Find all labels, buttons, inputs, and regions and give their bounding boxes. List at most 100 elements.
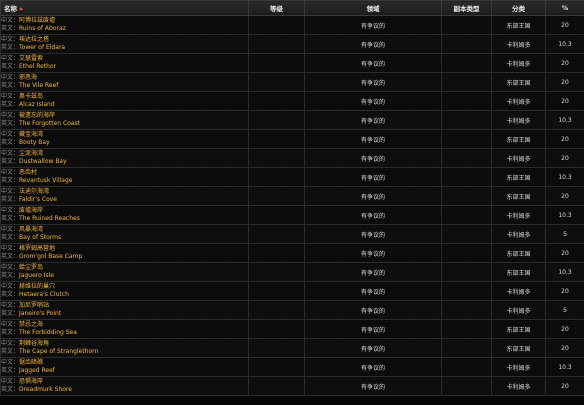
- zone-name-en-link[interactable]: Ethel Rethor: [19, 63, 56, 70]
- column-header-level[interactable]: 等级: [248, 0, 305, 16]
- level-cell: [248, 53, 305, 73]
- instance-type-cell: [441, 91, 492, 111]
- zone-name-cn-link[interactable]: 尘泥海湾: [19, 150, 43, 157]
- level-cell: [248, 376, 305, 396]
- percent-cell: 20: [545, 129, 584, 149]
- zone-name-en-link[interactable]: Ruins of Aboraz: [19, 25, 66, 32]
- zone-name-cn-link[interactable]: 藏宝海湾: [19, 131, 43, 138]
- percent-cell: 20: [545, 72, 584, 92]
- level-cell: [248, 281, 305, 301]
- instance-type-cell: [441, 53, 492, 73]
- zone-table: 名称 等级 领域 副本类型 分类 % 中文：阿博拉兹废墟 英文：Ruins of …: [0, 0, 584, 396]
- level-cell: [248, 262, 305, 282]
- zone-name-en-link[interactable]: Alcaz Island: [19, 101, 55, 108]
- zone-name-cell: 中文：废墟海岸 英文：The Ruined Reaches: [0, 205, 249, 225]
- cn-prefix: 中文：: [1, 55, 20, 62]
- zone-name-en-link[interactable]: Booty Bay: [19, 139, 50, 146]
- territory-cell: 有争议的: [304, 224, 442, 244]
- territory-cell: 有争议的: [304, 72, 442, 92]
- zone-name-en-link[interactable]: Grom'gol Base Camp: [19, 253, 82, 260]
- table-row: 中文：藏宝海湾 英文：Booty Bay 有争议的 东部王国 20: [0, 129, 584, 149]
- category-cell: 东部王国: [491, 129, 546, 149]
- column-header-name[interactable]: 名称: [0, 0, 249, 16]
- territory-cell: 有争议的: [304, 243, 442, 263]
- zone-name-en-link[interactable]: Jaguero Isle: [19, 272, 54, 279]
- table-row: 中文：恶齿村 英文：Revantusk Village 有争议的 东部王国 10.3: [0, 167, 584, 187]
- zone-name-en-link[interactable]: The Cape of Stranglethorn: [19, 348, 98, 355]
- zone-name-cn-link[interactable]: 格罗姆高营地: [19, 245, 55, 252]
- instance-type-cell: [441, 376, 492, 396]
- cn-prefix: 中文：: [1, 17, 20, 24]
- zone-name-en-link[interactable]: Revantusk Village: [19, 177, 72, 184]
- zone-name-cn-link[interactable]: 风暴海湾: [19, 226, 43, 233]
- zone-name-cn-link[interactable]: 禁忌之海: [19, 321, 43, 328]
- en-prefix: 英文：: [1, 310, 20, 317]
- cn-prefix: 中文：: [1, 112, 20, 119]
- zone-name-cn-link[interactable]: 法迪尔海湾: [19, 188, 49, 195]
- zone-name-cn-link[interactable]: 被遗忘的海岸: [19, 112, 55, 119]
- zone-name-en-link[interactable]: The Forbidding Sea: [19, 329, 77, 336]
- zone-name-en-link[interactable]: Tower of Eldara: [19, 44, 65, 51]
- zone-name-cn-link[interactable]: 锯齿暗礁: [19, 359, 43, 366]
- zone-name-en-link[interactable]: Hetaera's Clutch: [19, 291, 69, 298]
- table-row: 中文：蛤尘罗岛 英文：Jaguero Isle 有争议的 东部王国 10.3: [0, 262, 584, 282]
- cn-prefix: 中文：: [1, 188, 20, 195]
- percent-cell: 20: [545, 53, 584, 73]
- zone-name-cn-link[interactable]: 恶齿村: [19, 169, 37, 176]
- table-row: 中文：加尼罗哨站 英文：Janeiro's Point 有争议的 卡利姆多 5: [0, 300, 584, 320]
- zone-name-cn-link[interactable]: 荆棘谷海角: [19, 340, 49, 347]
- en-prefix: 英文：: [1, 234, 20, 241]
- level-cell: [248, 205, 305, 225]
- cn-prefix: 中文：: [1, 283, 20, 290]
- zone-name-cell: 中文：加尼罗哨站 英文：Janeiro's Point: [0, 300, 249, 320]
- cn-prefix: 中文：: [1, 93, 20, 100]
- zone-name-en-link[interactable]: The Vile Reef: [19, 82, 58, 89]
- zone-name-cn-link[interactable]: 阿博拉兹废墟: [19, 17, 55, 24]
- instance-type-cell: [441, 205, 492, 225]
- zone-name-en-link[interactable]: Dustwallow Bay: [19, 158, 67, 165]
- zone-name-en-link[interactable]: The Forgotten Coast: [19, 120, 80, 127]
- instance-type-cell: [441, 319, 492, 339]
- level-cell: [248, 129, 305, 149]
- zone-name-en-link[interactable]: Jagged Reef: [19, 367, 55, 374]
- en-prefix: 英文：: [1, 25, 20, 32]
- zone-name-cell: 中文：被遗忘的海岸 英文：The Forgotten Coast: [0, 110, 249, 130]
- category-cell: 卡利姆多: [491, 357, 546, 377]
- zone-name-en-link[interactable]: Janeiro's Point: [19, 310, 61, 317]
- zone-name-cn-link[interactable]: 废墟海岸: [19, 207, 43, 214]
- zone-name-cell: 中文：奥卡兹岛 英文：Alcaz Island: [0, 91, 249, 111]
- cn-prefix: 中文：: [1, 131, 20, 138]
- table-row: 中文：法迪尔海湾 英文：Faldir's Cove 有争议的 东部王国 20: [0, 186, 584, 206]
- zone-name-en-link[interactable]: The Ruined Reaches: [19, 215, 80, 222]
- zone-name-cn-link[interactable]: 加尼罗哨站: [19, 302, 49, 309]
- zone-name-cn-link[interactable]: 恐惧海岸: [19, 378, 43, 385]
- zone-name-cn-link[interactable]: 埃达拉之塔: [19, 36, 49, 43]
- table-row: 中文：邪恶海 英文：The Vile Reef 有争议的 东部王国 20: [0, 72, 584, 92]
- zone-name-cn-link[interactable]: 蛤尘罗岛: [19, 264, 43, 271]
- instance-type-cell: [441, 148, 492, 168]
- level-cell: [248, 72, 305, 92]
- sort-ascending-icon[interactable]: [19, 7, 23, 10]
- percent-cell: 5: [545, 224, 584, 244]
- zone-name-cn-link[interactable]: 奥卡兹岛: [19, 93, 43, 100]
- category-cell: 卡利姆多: [491, 300, 546, 320]
- category-cell: 东部王国: [491, 243, 546, 263]
- en-prefix: 英文：: [1, 139, 20, 146]
- cn-prefix: 中文：: [1, 74, 20, 81]
- zone-name-cell: 中文：艾瑟雷索 英文：Ethel Rethor: [0, 53, 249, 73]
- zone-name-en-link[interactable]: Dreadmurk Shore: [19, 386, 72, 393]
- zone-name-en-link[interactable]: Bay of Storms: [19, 234, 61, 241]
- zone-name-cn-link[interactable]: 邪恶海: [19, 74, 37, 81]
- column-header-category[interactable]: 分类: [491, 0, 546, 16]
- cn-prefix: 中文：: [1, 226, 20, 233]
- zone-name-cn-link[interactable]: 赫维拉的巢穴: [19, 283, 55, 290]
- table-row: 中文：废墟海岸 英文：The Ruined Reaches 有争议的 卡利姆多 10.3: [0, 205, 584, 225]
- column-header-percent[interactable]: %: [545, 0, 584, 16]
- zone-name-cell: 中文：风暴海湾 英文：Bay of Storms: [0, 224, 249, 244]
- zone-name-cn-link[interactable]: 艾瑟雷索: [19, 55, 43, 62]
- column-header-territory[interactable]: 领域: [304, 0, 442, 16]
- instance-type-cell: [441, 34, 492, 54]
- table-row: 中文：荆棘谷海角 英文：The Cape of Stranglethorn 有争议的…: [0, 338, 584, 358]
- zone-name-en-link[interactable]: Faldir's Cove: [19, 196, 57, 203]
- column-header-instance-type[interactable]: 副本类型: [441, 0, 492, 16]
